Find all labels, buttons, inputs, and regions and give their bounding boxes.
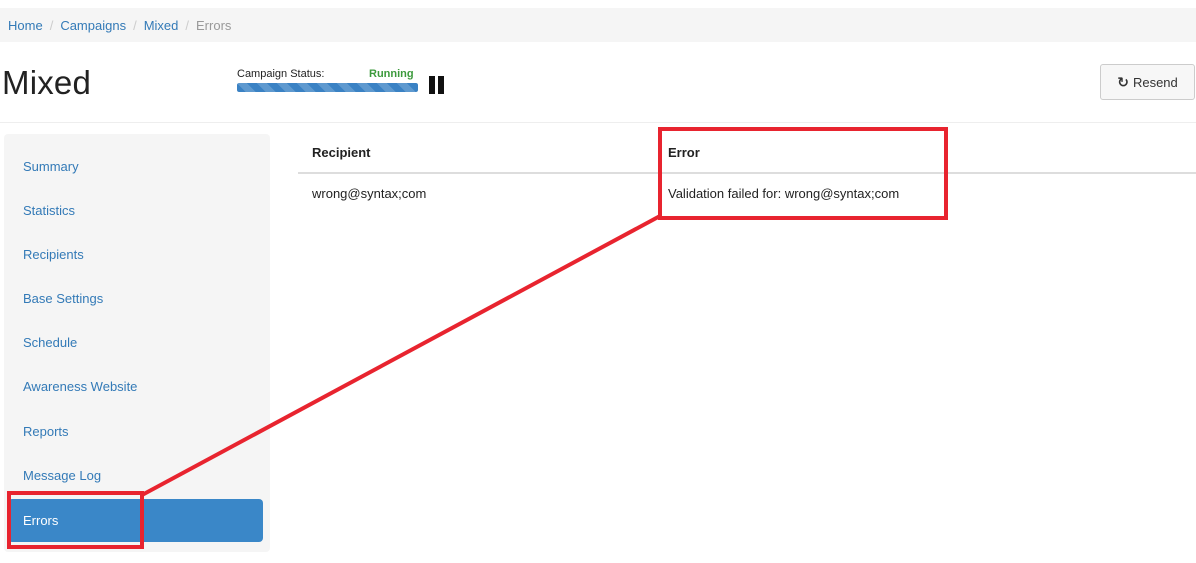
campaign-progress-fill [237,83,418,92]
sidebar-item-errors[interactable]: Errors [8,499,263,542]
column-header-error: Error [668,145,700,160]
breadcrumb-mixed[interactable]: Mixed [144,18,179,33]
breadcrumb-separator: / [133,17,137,33]
sidebar-item-label: Schedule [23,334,78,350]
sidebar-item-label: Base Settings [23,290,104,306]
breadcrumb-home[interactable]: Home [8,18,43,33]
breadcrumb-current: Errors [196,17,232,33]
sidebar-nav: Summary Statistics Recipients Base Setti… [4,134,270,552]
resend-button-label: Resend [1132,74,1178,90]
sidebar-item-label: Message Log [23,467,102,483]
campaign-status-label: Campaign Status: [237,68,325,80]
sidebar-item-label: Errors [23,513,59,528]
resend-button[interactable]: ↻ Resend [1100,64,1195,100]
sidebar-item-label: Recipients [23,246,84,262]
page-title: Mixed [2,64,92,101]
error-message-cell: Validation failed for: wrong@syntax;com [668,186,900,201]
campaign-status: Campaign Status: Running [237,68,447,98]
sidebar-item-label: Reports [23,423,69,439]
sidebar-item-summary[interactable]: Summary [8,146,263,186]
sidebar-item-statistics[interactable]: Statistics [8,190,263,230]
breadcrumb-separator: / [185,17,190,33]
breadcrumb-separator: / [49,17,54,33]
header-divider [0,122,1196,123]
sidebar-item-message-log[interactable]: Message Log [8,455,263,495]
sidebar-item-label: Statistics [23,202,76,218]
sidebar-item-awareness-website[interactable]: Awareness Website [8,366,263,406]
sidebar-item-reports[interactable]: Reports [8,411,263,451]
recipient-cell: wrong@syntax;com [312,186,427,201]
campaign-progress-bar [237,83,418,92]
breadcrumb: Home / Campaigns / Mixed / Errors [0,8,1196,42]
sidebar-item-base-settings[interactable]: Base Settings [8,278,263,318]
campaign-status-value: Running [369,68,414,80]
refresh-icon: ↻ [1117,73,1129,90]
sidebar-item-label: Awareness Website [23,378,138,394]
breadcrumb-campaigns[interactable]: Campaigns [60,18,126,33]
sidebar-item-schedule[interactable]: Schedule [8,322,263,362]
table-header-row: Recipient Error [298,134,1196,174]
pause-campaign-button[interactable] [426,74,446,96]
pause-icon [428,76,444,94]
errors-table: Recipient Error wrong@syntax;com Validat… [298,134,1196,214]
table-row: wrong@syntax;com Validation failed for: … [298,174,1196,214]
sidebar-item-label: Summary [23,158,79,174]
column-header-recipient: Recipient [312,145,371,160]
sidebar-item-recipients[interactable]: Recipients [8,234,263,274]
